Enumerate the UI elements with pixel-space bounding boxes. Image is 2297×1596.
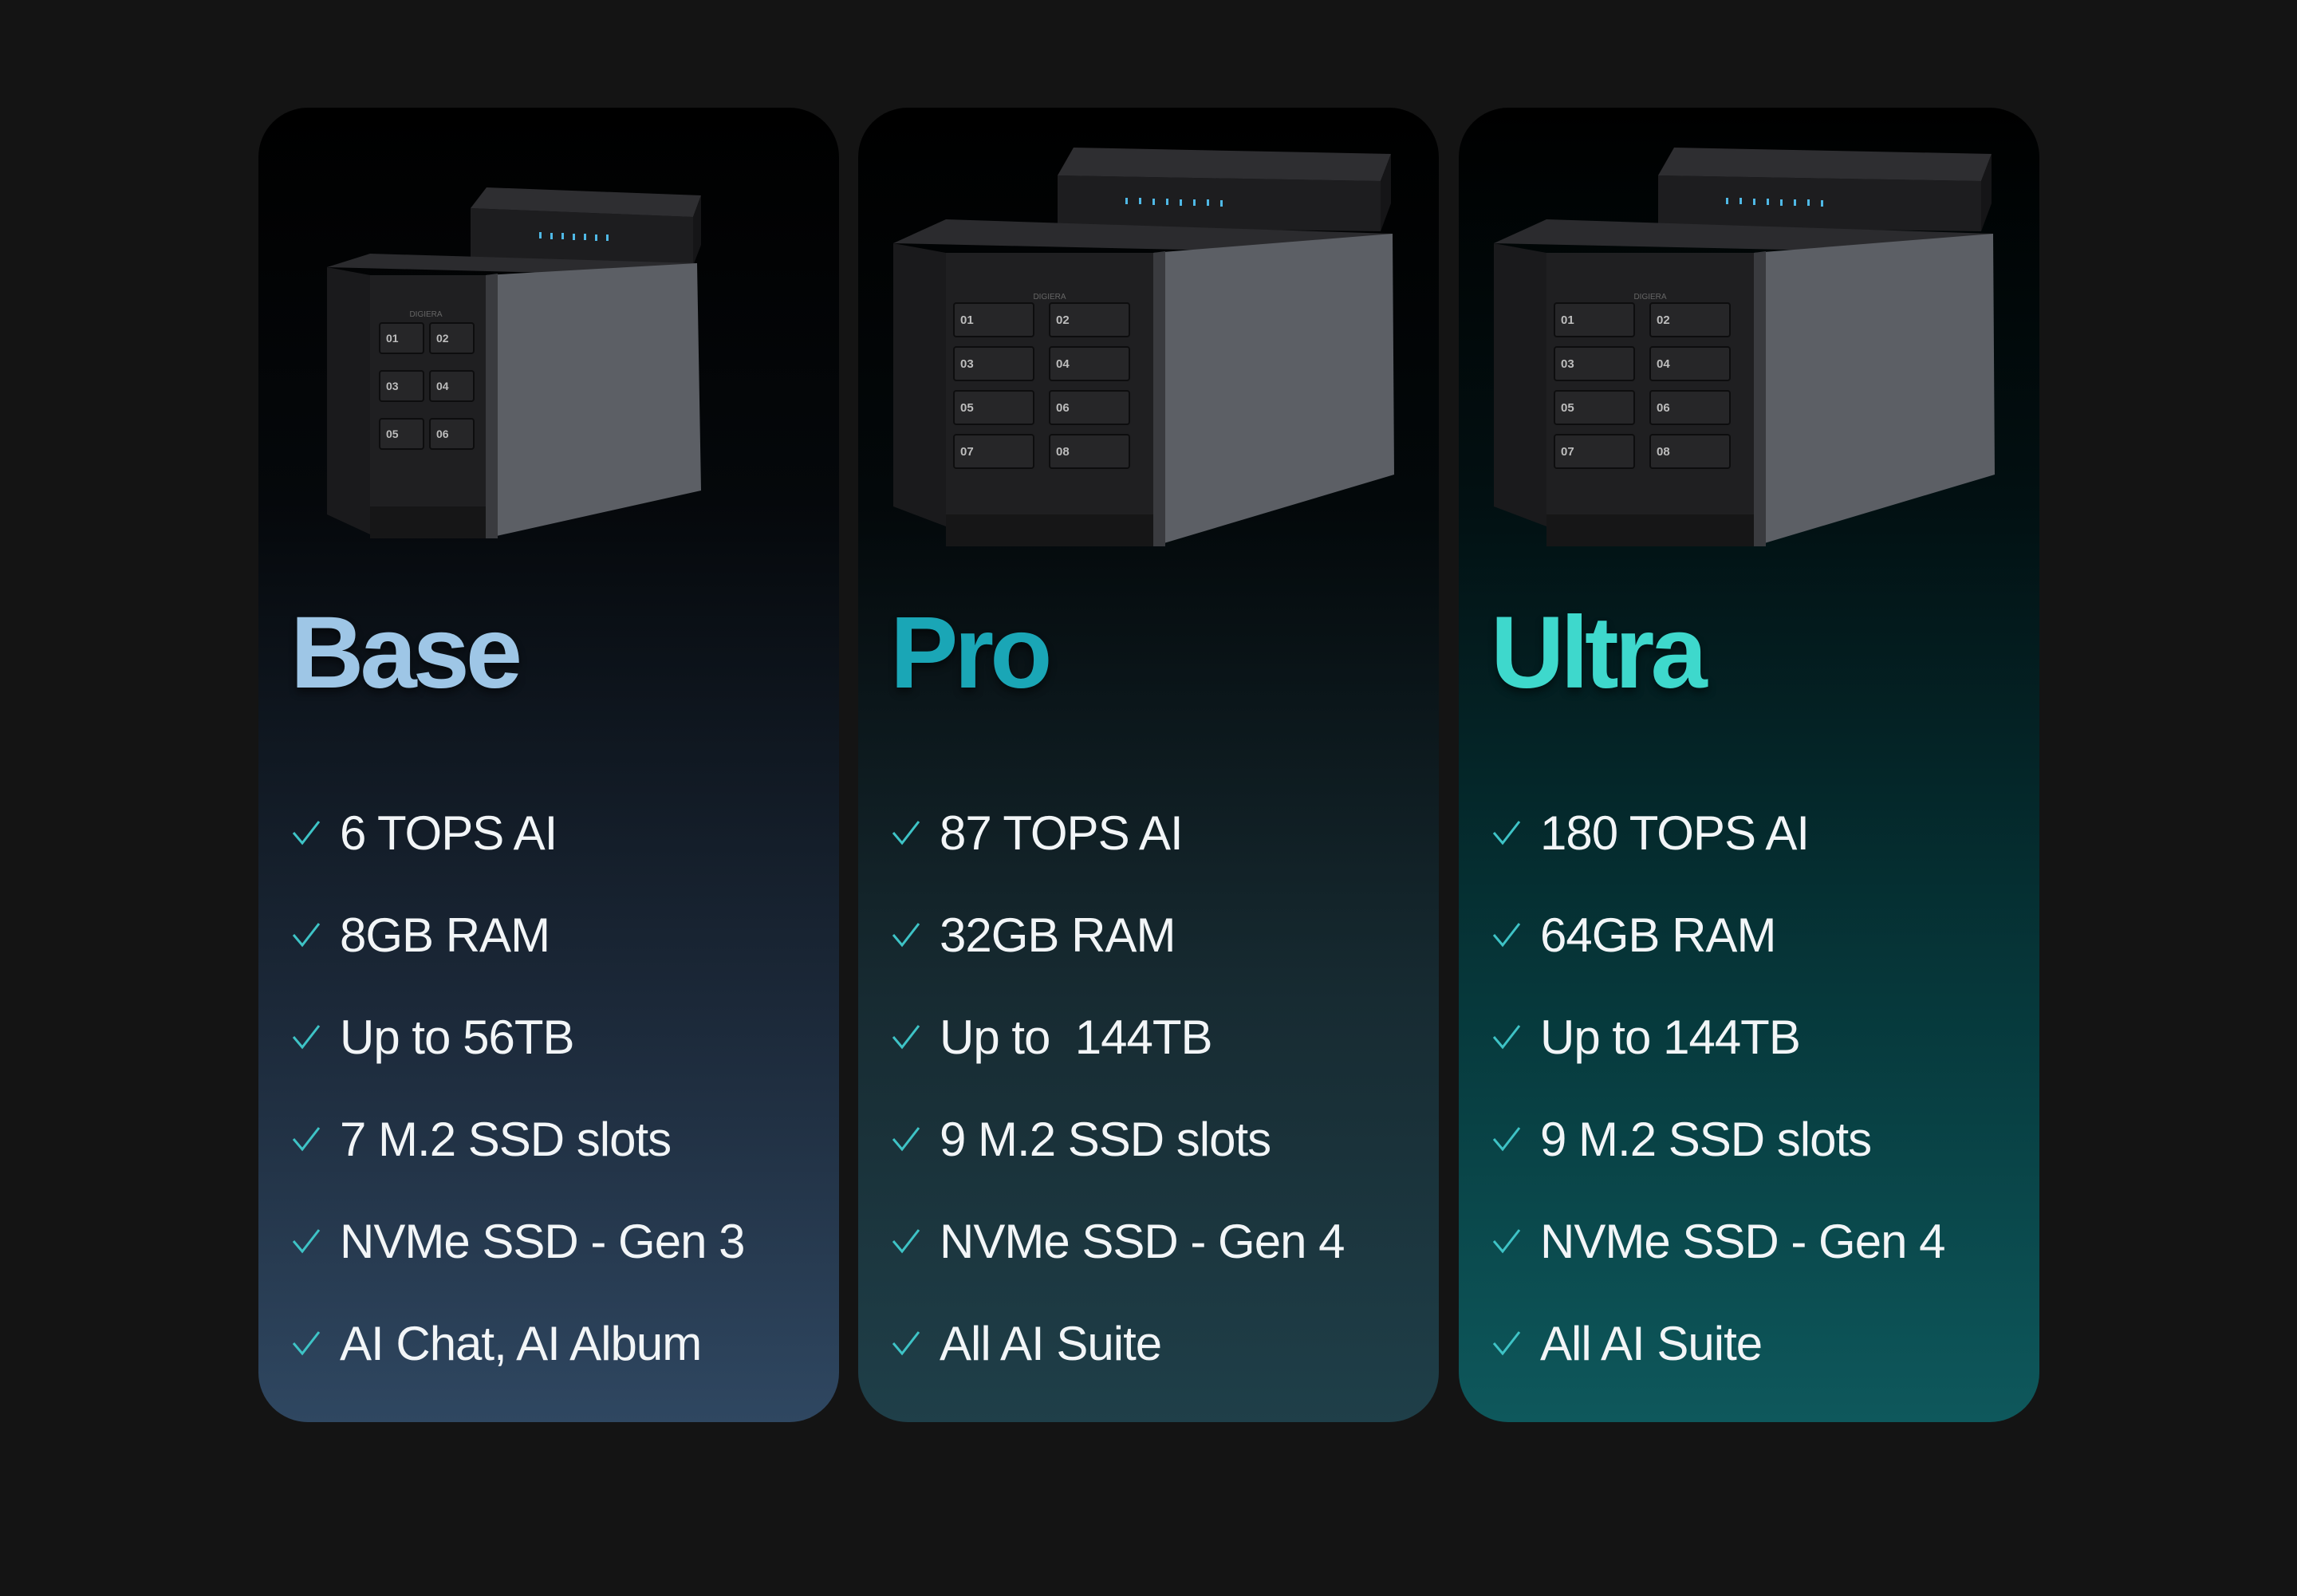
bay-label: 05 — [960, 401, 974, 415]
bay-label: 01 — [960, 313, 974, 327]
bay-label: 04 — [1056, 357, 1070, 371]
svg-text:DIGIERA: DIGIERA — [1633, 293, 1666, 301]
svg-text:DIGIERA: DIGIERA — [409, 310, 442, 319]
bay-label: 01 — [386, 332, 399, 345]
feature-item: 6 TOPS AI — [290, 782, 745, 884]
feature-item: Up to 144TB — [1491, 986, 1945, 1088]
feature-item: 180 TOPS AI — [1491, 782, 1945, 884]
check-icon — [290, 1021, 322, 1053]
bay-label: 04 — [436, 380, 449, 392]
bay-label: 07 — [960, 445, 974, 459]
bay-label: 05 — [1561, 401, 1574, 415]
svg-text:DIGIERA: DIGIERA — [1033, 293, 1066, 301]
feature-item: Up to 144TB — [890, 986, 1345, 1088]
plan-card-base: DIGIERA 01 02 03 04 05 06 Base 6 TOPS AI… — [258, 108, 839, 1422]
bay-label: 04 — [1657, 357, 1670, 371]
feature-list-base: 6 TOPS AI 8GB RAM Up to 56TB 7 M.2 SSD s… — [290, 782, 746, 1394]
check-icon — [1491, 817, 1523, 849]
feature-item: All AI Suite — [1491, 1292, 1945, 1394]
bay-label: 06 — [436, 428, 449, 440]
check-icon — [1491, 1327, 1523, 1359]
check-icon — [290, 1123, 322, 1155]
feature-item: AI Chat, AI Album — [290, 1292, 745, 1394]
nas-device-image-ultra: DIGIERA 01 02 03 04 05 06 07 08 — [1459, 108, 2039, 602]
feature-item: 64GB RAM — [1491, 884, 1945, 986]
tier-name-base: Base — [290, 596, 522, 710]
feature-item: All AI Suite — [890, 1292, 1345, 1394]
check-icon — [890, 1021, 922, 1053]
bay-label: 07 — [1561, 445, 1574, 459]
check-icon — [890, 817, 922, 849]
bay-label: 06 — [1657, 401, 1670, 415]
check-icon — [890, 1123, 922, 1155]
plan-card-pro: DIGIERA 01 02 03 04 05 06 07 08 Pro 87 T… — [858, 108, 1439, 1422]
bay-label: 05 — [386, 428, 399, 440]
bay-label: 03 — [960, 357, 974, 371]
nas-device-image-pro: DIGIERA 01 02 03 04 05 06 07 08 — [858, 108, 1439, 602]
check-icon — [1491, 919, 1523, 951]
tier-name-pro: Pro — [890, 596, 1052, 710]
tier-name-ultra: Ultra — [1491, 596, 1708, 710]
feature-item: 87 TOPS AI — [890, 782, 1345, 884]
feature-list-pro: 87 TOPS AI 32GB RAM Up to 144TB 9 M.2 SS… — [890, 782, 1345, 1394]
bay-label: 03 — [1561, 357, 1574, 371]
check-icon — [290, 919, 322, 951]
check-icon — [290, 817, 322, 849]
check-icon — [290, 1225, 322, 1257]
nas-device-image-base: DIGIERA 01 02 03 04 05 06 — [258, 108, 839, 602]
feature-item: 9 M.2 SSD slots — [890, 1088, 1345, 1190]
check-icon — [890, 919, 922, 951]
feature-item: NVMe SSD - Gen 4 — [1491, 1190, 1946, 1292]
check-icon — [290, 1327, 322, 1359]
bay-label: 02 — [1657, 313, 1670, 327]
feature-item: Up to 56TB — [290, 986, 745, 1088]
bay-label: 01 — [1561, 313, 1574, 327]
feature-item: 8GB RAM — [290, 884, 745, 986]
bay-label: 02 — [1056, 313, 1070, 327]
bay-label: 02 — [436, 332, 449, 345]
check-icon — [1491, 1123, 1523, 1155]
check-icon — [1491, 1225, 1523, 1257]
feature-item: NVMe SSD - Gen 4 — [890, 1190, 1345, 1292]
feature-item: 7 M.2 SSD slots — [290, 1088, 745, 1190]
feature-item: 9 M.2 SSD slots — [1491, 1088, 1945, 1190]
feature-item: 32GB RAM — [890, 884, 1345, 986]
plan-card-ultra: DIGIERA 01 02 03 04 05 06 07 08 Ultra 18… — [1459, 108, 2039, 1422]
check-icon — [1491, 1021, 1523, 1053]
feature-item: NVMe SSD - Gen 3 — [290, 1190, 746, 1292]
check-icon — [890, 1225, 922, 1257]
feature-list-ultra: 180 TOPS AI 64GB RAM Up to 144TB 9 M.2 S… — [1491, 782, 1946, 1394]
bay-label: 06 — [1056, 401, 1070, 415]
bay-label: 08 — [1657, 445, 1670, 459]
bay-label: 03 — [386, 380, 399, 392]
check-icon — [890, 1327, 922, 1359]
bay-label: 08 — [1056, 445, 1070, 459]
